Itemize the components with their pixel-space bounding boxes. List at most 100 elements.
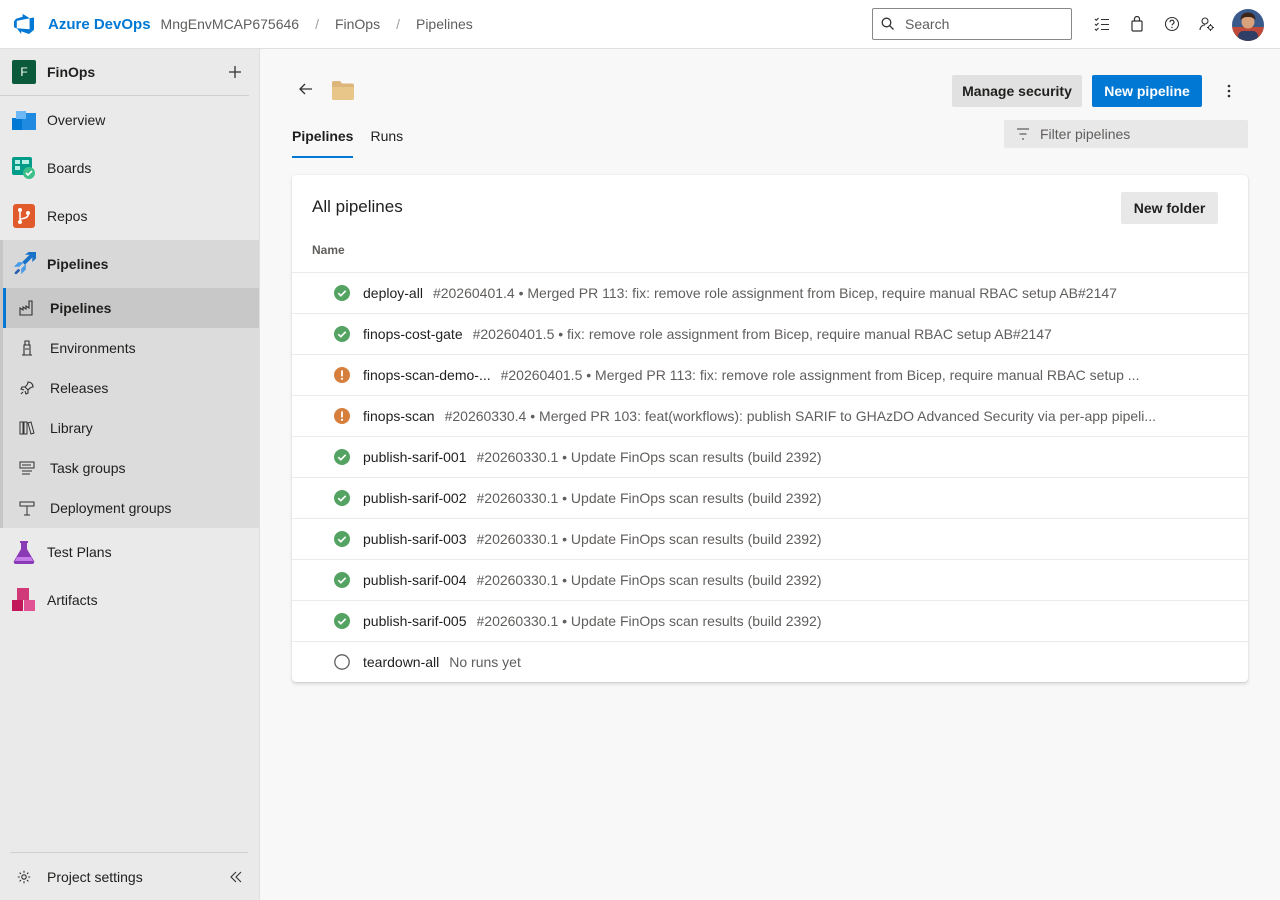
breadcrumb-separator: / xyxy=(396,16,400,32)
sidebar-subitem-task-groups[interactable]: Task groups xyxy=(3,448,259,488)
pipeline-last-run: #20260330.1 • Update FinOps scan results… xyxy=(476,572,822,588)
brand-name[interactable]: Azure DevOps xyxy=(48,16,151,33)
pipeline-name[interactable]: publish-sarif-001 xyxy=(363,449,467,465)
sidebar: F FinOps Overview Boards Repos Pipelines xyxy=(0,49,260,900)
user-settings-icon[interactable] xyxy=(1195,12,1219,36)
back-arrow-icon[interactable] xyxy=(294,77,318,101)
pipeline-name[interactable]: publish-sarif-002 xyxy=(363,490,467,506)
pipelines-sub-icon xyxy=(19,300,35,316)
column-header-name[interactable]: Name xyxy=(312,243,345,257)
help-icon[interactable] xyxy=(1160,12,1184,36)
sidebar-subitem-label: Releases xyxy=(50,380,109,396)
releases-icon xyxy=(19,380,35,396)
table-row[interactable]: finops-cost-gate #20260401.5 • fix: remov… xyxy=(292,313,1248,354)
user-avatar[interactable] xyxy=(1232,9,1264,41)
new-pipeline-button[interactable]: New pipeline xyxy=(1092,75,1202,107)
pipeline-last-run: #20260401.5 • Merged PR 113: fix: remove… xyxy=(500,367,1140,383)
sidebar-item-label: Repos xyxy=(47,208,88,224)
sidebar-subitem-environments[interactable]: Environments xyxy=(3,328,259,368)
artifacts-icon xyxy=(12,588,36,612)
more-options-icon[interactable] xyxy=(1217,79,1241,103)
table-row[interactable]: publish-sarif-003 #20260330.1 • Update Fi… xyxy=(292,518,1248,559)
success-status-icon xyxy=(334,326,350,342)
sidebar-item-label: Test Plans xyxy=(47,544,112,560)
pipeline-name[interactable]: finops-scan xyxy=(363,408,435,424)
table-row[interactable]: publish-sarif-004 #20260330.1 • Update Fi… xyxy=(292,559,1248,600)
sidebar-subitem-releases[interactable]: Releases xyxy=(3,368,259,408)
warning-status-icon xyxy=(334,367,350,383)
no-runs-status-icon xyxy=(334,654,350,670)
table-row[interactable]: publish-sarif-005 #20260330.1 • Update Fi… xyxy=(292,600,1248,641)
filter-box[interactable] xyxy=(1004,120,1248,148)
task-groups-icon xyxy=(19,460,35,476)
sidebar-subitem-label: Deployment groups xyxy=(50,500,172,516)
sidebar-subitem-deployment-groups[interactable]: Deployment groups xyxy=(3,488,259,528)
sidebar-item-repos[interactable]: Repos xyxy=(0,192,259,240)
search-icon xyxy=(881,17,894,30)
pipeline-last-run: #20260330.1 • Update FinOps scan results… xyxy=(476,449,822,465)
table-row[interactable]: finops-scan-demo-... #20260401.5 • Merged… xyxy=(292,354,1248,395)
table-row[interactable]: finops-scan #20260330.4 • Merged PR 103: … xyxy=(292,395,1248,436)
project-header: F FinOps xyxy=(0,49,249,96)
breadcrumb-organization[interactable]: MngEnvMCAP675646 xyxy=(161,16,300,32)
task-list-icon[interactable] xyxy=(1090,12,1114,36)
pipeline-last-run: #20260330.1 • Update FinOps scan results… xyxy=(476,490,822,506)
pipeline-name[interactable]: teardown-all xyxy=(363,654,439,670)
sidebar-item-pipelines[interactable]: Pipelines xyxy=(3,240,259,288)
marketplace-bag-icon[interactable] xyxy=(1125,12,1149,36)
filter-icon xyxy=(1017,128,1029,140)
sidebar-subitem-pipelines[interactable]: Pipelines xyxy=(3,288,259,328)
pipeline-last-run: No runs yet xyxy=(449,654,521,670)
warning-status-icon xyxy=(334,408,350,424)
table-row[interactable]: teardown-all No runs yet xyxy=(292,641,1248,682)
project-name[interactable]: FinOps xyxy=(47,64,223,80)
top-bar: Azure DevOps MngEnvMCAP675646 / FinOps /… xyxy=(0,0,1280,49)
search-box[interactable] xyxy=(872,8,1072,40)
pipeline-name[interactable]: publish-sarif-004 xyxy=(363,572,467,588)
pipeline-last-run: #20260330.1 • Update FinOps scan results… xyxy=(476,531,822,547)
tab-runs[interactable]: Runs xyxy=(370,125,403,158)
manage-security-button[interactable]: Manage security xyxy=(952,75,1082,107)
project-badge[interactable]: F xyxy=(12,60,36,84)
sidebar-item-artifacts[interactable]: Artifacts xyxy=(0,576,259,624)
tab-bar: Pipelines Runs xyxy=(292,125,420,158)
environments-icon xyxy=(19,340,35,356)
success-status-icon xyxy=(334,285,350,301)
sidebar-item-label: Pipelines xyxy=(47,256,109,272)
pipeline-name[interactable]: finops-scan-demo-... xyxy=(363,367,491,383)
sidebar-subitem-label: Task groups xyxy=(50,460,126,476)
sidebar-subitem-label: Library xyxy=(50,420,93,436)
breadcrumb-separator: / xyxy=(315,16,319,32)
breadcrumb-pipelines[interactable]: Pipelines xyxy=(416,16,473,32)
new-folder-button[interactable]: New folder xyxy=(1121,192,1218,224)
pipeline-name[interactable]: deploy-all xyxy=(363,285,423,301)
pipelines-icon xyxy=(12,252,36,276)
sidebar-item-test-plans[interactable]: Test Plans xyxy=(0,528,259,576)
gear-icon xyxy=(16,869,32,885)
success-status-icon xyxy=(334,449,350,465)
project-settings[interactable]: Project settings xyxy=(10,852,248,900)
pipeline-last-run: #20260330.4 • Merged PR 103: feat(workfl… xyxy=(444,408,1157,424)
collapse-sidebar-icon[interactable] xyxy=(224,865,248,889)
pipeline-name[interactable]: finops-cost-gate xyxy=(363,326,463,342)
table-row[interactable]: publish-sarif-001 #20260330.1 • Update Fi… xyxy=(292,436,1248,477)
table-row[interactable]: deploy-all #20260401.4 • Merged PR 113: f… xyxy=(292,272,1248,313)
pipelines-list: deploy-all #20260401.4 • Merged PR 113: f… xyxy=(292,272,1248,682)
sidebar-item-overview[interactable]: Overview xyxy=(0,96,259,144)
breadcrumb-project[interactable]: FinOps xyxy=(335,16,380,32)
add-icon[interactable] xyxy=(223,60,247,84)
search-input[interactable] xyxy=(905,16,1055,32)
project-settings-label: Project settings xyxy=(47,868,143,885)
sidebar-item-boards[interactable]: Boards xyxy=(0,144,259,192)
filter-input[interactable] xyxy=(1040,126,1240,142)
sidebar-item-label: Artifacts xyxy=(47,592,98,608)
pipeline-name[interactable]: publish-sarif-003 xyxy=(363,531,467,547)
sidebar-item-label: Boards xyxy=(47,160,92,176)
test-plans-icon xyxy=(12,540,36,564)
tab-pipelines[interactable]: Pipelines xyxy=(292,125,354,158)
table-row[interactable]: publish-sarif-002 #20260330.1 • Update Fi… xyxy=(292,477,1248,518)
azure-devops-logo-icon[interactable] xyxy=(13,13,35,35)
pipeline-name[interactable]: publish-sarif-005 xyxy=(363,613,467,629)
pipeline-last-run: #20260330.1 • Update FinOps scan results… xyxy=(476,613,822,629)
sidebar-subitem-library[interactable]: Library xyxy=(3,408,259,448)
